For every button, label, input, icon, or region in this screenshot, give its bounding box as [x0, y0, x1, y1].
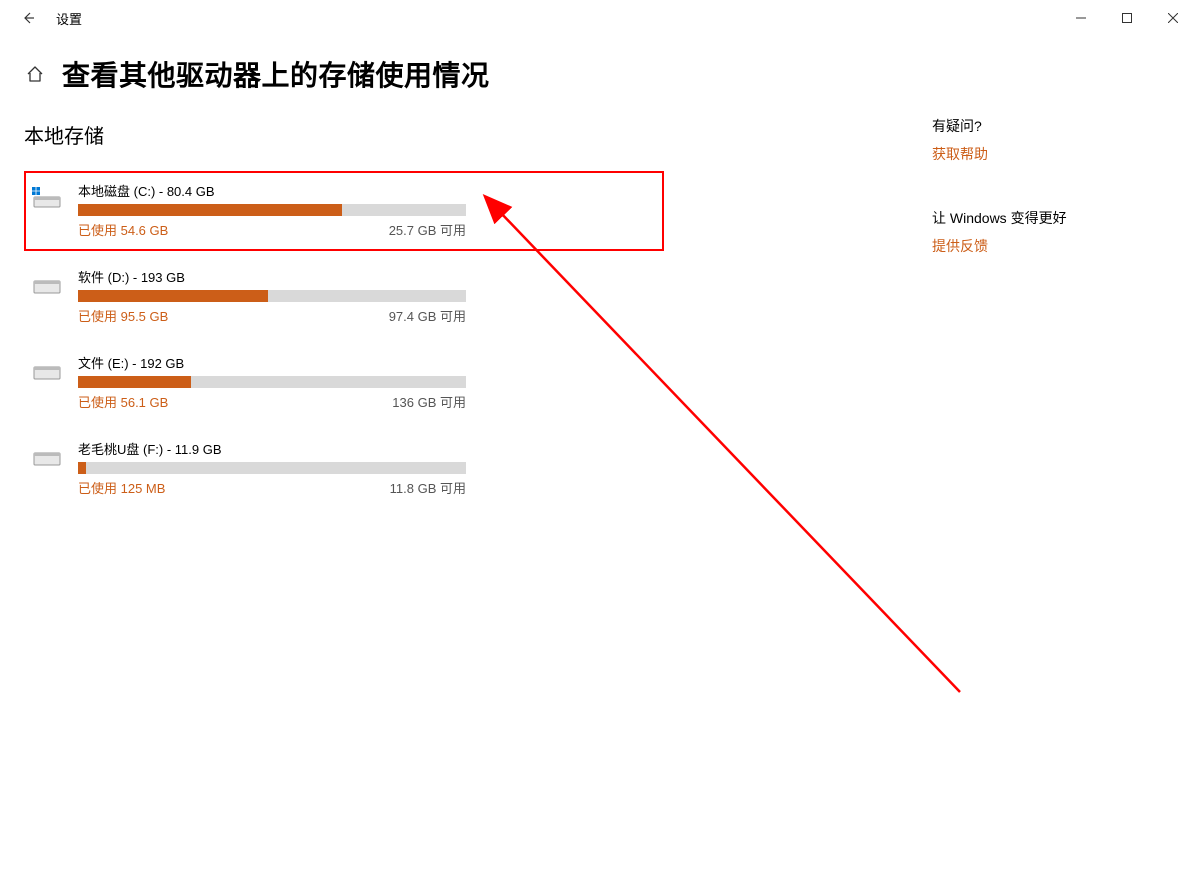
window-title: 设置 — [56, 9, 82, 28]
feedback-link[interactable]: 提供反馈 — [932, 236, 1067, 256]
usage-bar-fill — [78, 290, 268, 302]
system-drive-icon — [32, 187, 64, 211]
drive-free: 136 GB 可用 — [392, 392, 466, 411]
page-title: 查看其他驱动器上的存储使用情况 — [62, 54, 490, 94]
drive-stats: 已使用 54.6 GB 25.7 GB 可用 — [78, 220, 466, 239]
drive-icon — [32, 445, 64, 469]
drive-label: 老毛桃U盘 (F:) - 11.9 GB — [78, 439, 656, 458]
drive-row[interactable]: 老毛桃U盘 (F:) - 11.9 GB 已使用 125 MB 11.8 GB 可用 — [24, 429, 664, 509]
drive-used: 已使用 125 MB — [78, 478, 165, 497]
home-button[interactable] — [24, 63, 46, 85]
drive-free: 25.7 GB 可用 — [389, 220, 466, 239]
help-heading: 有疑问? — [932, 116, 1067, 136]
drive-label: 文件 (E:) - 192 GB — [78, 353, 656, 372]
back-button[interactable] — [18, 8, 38, 28]
usage-bar-fill — [78, 462, 86, 474]
drive-icon — [32, 359, 64, 383]
drive-used: 已使用 54.6 GB — [78, 220, 168, 239]
make-better-heading: 让 Windows 变得更好 — [932, 208, 1067, 228]
window-controls — [1058, 0, 1196, 36]
drive-free: 11.8 GB 可用 — [390, 478, 466, 497]
get-help-link[interactable]: 获取帮助 — [932, 144, 1067, 164]
drive-row[interactable]: 本地磁盘 (C:) - 80.4 GB 已使用 54.6 GB 25.7 GB 可用 — [24, 171, 664, 251]
drive-free: 97.4 GB 可用 — [389, 306, 466, 325]
close-icon — [1168, 13, 1178, 23]
help-sidebar: 有疑问? 获取帮助 让 Windows 变得更好 提供反馈 — [932, 116, 1067, 300]
drive-stats: 已使用 95.5 GB 97.4 GB 可用 — [78, 306, 466, 325]
home-icon — [26, 65, 44, 83]
drive-row[interactable]: 软件 (D:) - 193 GB 已使用 95.5 GB 97.4 GB 可用 — [24, 257, 664, 337]
drive-label: 软件 (D:) - 193 GB — [78, 267, 656, 286]
arrow-left-icon — [21, 11, 35, 25]
maximize-button[interactable] — [1104, 0, 1150, 36]
page-header: 查看其他驱动器上的存储使用情况 — [0, 36, 1196, 112]
minimize-icon — [1076, 13, 1086, 23]
close-button[interactable] — [1150, 0, 1196, 36]
usage-bar — [78, 376, 466, 388]
maximize-icon — [1122, 13, 1132, 23]
drive-icon — [32, 273, 64, 297]
drive-used: 已使用 56.1 GB — [78, 392, 168, 411]
main-content: 本地存储 本地磁盘 (C:) - 80.4 GB 已使用 54.6 GB 25.7 … — [24, 120, 664, 515]
usage-bar — [78, 462, 466, 474]
drive-label: 本地磁盘 (C:) - 80.4 GB — [78, 181, 656, 200]
drive-used: 已使用 95.5 GB — [78, 306, 168, 325]
drive-row[interactable]: 文件 (E:) - 192 GB 已使用 56.1 GB 136 GB 可用 — [24, 343, 664, 423]
section-heading: 本地存储 — [24, 120, 664, 149]
usage-bar-fill — [78, 204, 342, 216]
usage-bar — [78, 290, 466, 302]
usage-bar — [78, 204, 466, 216]
usage-bar-fill — [78, 376, 191, 388]
title-bar: 设置 — [0, 0, 1196, 36]
drive-stats: 已使用 56.1 GB 136 GB 可用 — [78, 392, 466, 411]
minimize-button[interactable] — [1058, 0, 1104, 36]
drive-stats: 已使用 125 MB 11.8 GB 可用 — [78, 478, 466, 497]
